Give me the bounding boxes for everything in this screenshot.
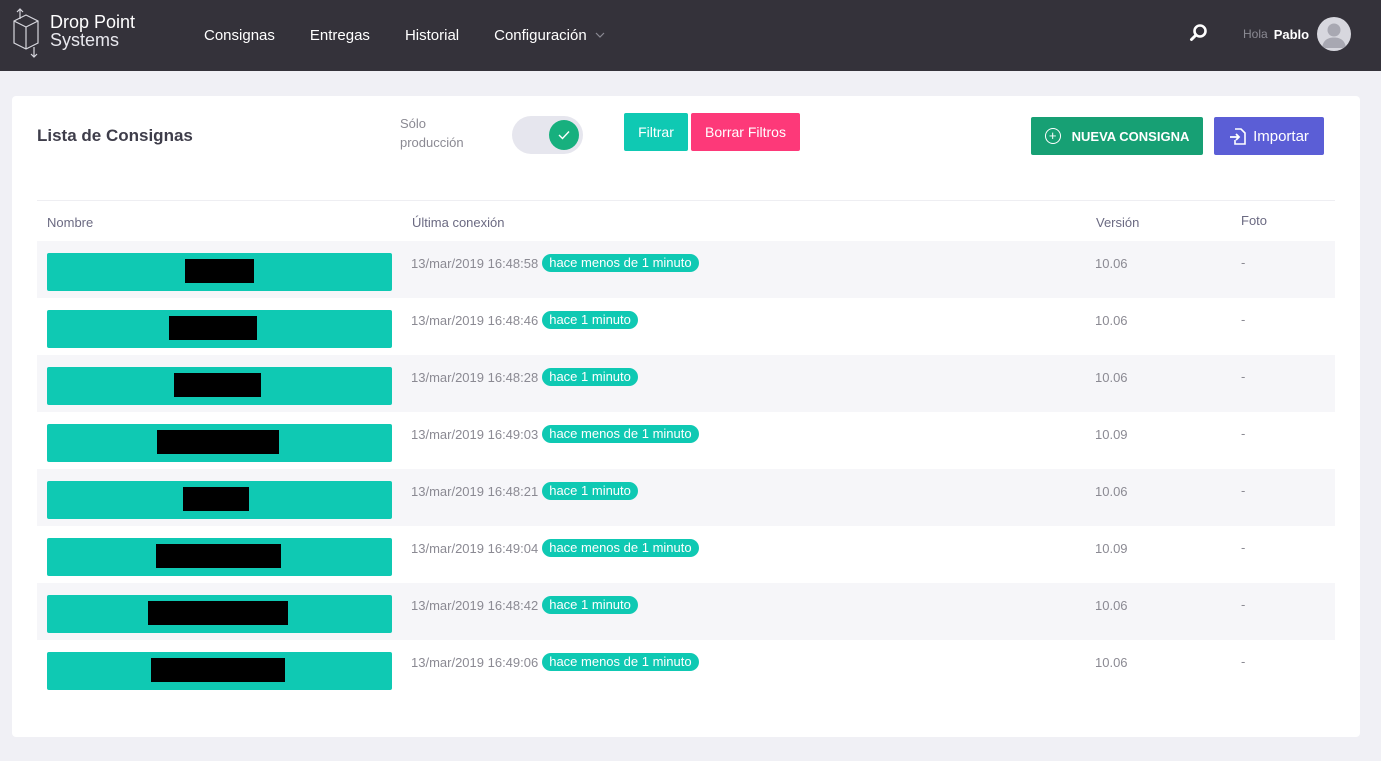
user-menu[interactable]: Hola Pablo bbox=[1243, 16, 1352, 52]
consigna-name-cell[interactable] bbox=[47, 424, 392, 462]
consigna-name-cell[interactable] bbox=[47, 652, 392, 690]
column-header-last-connection[interactable]: Última conexión bbox=[412, 215, 505, 230]
nav-item-label: Historial bbox=[404, 27, 460, 44]
table-row[interactable]: 13/mar/2019 16:48:28 hace 1 minuto 10.06… bbox=[37, 355, 1335, 412]
import-icon bbox=[1230, 127, 1246, 145]
page-title: Lista de Consignas bbox=[37, 126, 193, 145]
nav-item-entregas[interactable]: Entregas bbox=[310, 27, 370, 44]
version-value: 10.06 bbox=[1095, 313, 1128, 328]
consigna-name-cell[interactable] bbox=[47, 310, 392, 348]
top-navbar: Drop Point Systems Consignas Entregas Hi… bbox=[0, 0, 1381, 71]
version-value: 10.09 bbox=[1095, 541, 1128, 556]
nav-item-label: Consignas bbox=[204, 27, 275, 44]
status-badge: hace 1 minuto bbox=[542, 482, 638, 500]
redacted-name bbox=[183, 487, 249, 511]
new-consigna-button[interactable]: + NUEVA CONSIGNA bbox=[1031, 117, 1203, 155]
redacted-name bbox=[169, 316, 257, 340]
status-badge: hace menos de 1 minuto bbox=[542, 425, 699, 443]
clear-filters-button[interactable]: Borrar Filtros bbox=[691, 113, 800, 151]
status-badge: hace menos de 1 minuto bbox=[542, 539, 699, 557]
status-badge: hace menos de 1 minuto bbox=[542, 653, 699, 671]
brand-name-line1: Drop Point bbox=[50, 12, 136, 32]
last-connection-date: 13/mar/2019 16:49:03 bbox=[411, 426, 539, 442]
user-name: Pablo bbox=[1273, 26, 1310, 42]
table-row[interactable]: 13/mar/2019 16:49:04 hace menos de 1 min… bbox=[37, 526, 1335, 583]
status-badge: hace 1 minuto bbox=[542, 596, 638, 614]
photo-value: - bbox=[1241, 312, 1246, 327]
redacted-name bbox=[148, 601, 288, 625]
status-badge: hace 1 minuto bbox=[542, 311, 638, 329]
version-value: 10.06 bbox=[1095, 598, 1128, 613]
redacted-name bbox=[151, 658, 285, 682]
column-header-name[interactable]: Nombre bbox=[47, 215, 93, 230]
main-nav: Consignas Entregas Historial Configuraci… bbox=[204, 0, 640, 71]
status-badge: hace 1 minuto bbox=[542, 368, 638, 386]
version-value: 10.09 bbox=[1095, 427, 1128, 442]
table-row[interactable]: 13/mar/2019 16:48:46 hace 1 minuto 10.06… bbox=[37, 298, 1335, 355]
table-row[interactable]: 13/mar/2019 16:48:42 hace 1 minuto 10.06… bbox=[37, 583, 1335, 640]
nav-item-consignas[interactable]: Consignas bbox=[204, 27, 275, 44]
chevron-down-icon bbox=[595, 30, 605, 41]
photo-value: - bbox=[1241, 426, 1246, 441]
status-badge: hace menos de 1 minuto bbox=[542, 254, 699, 272]
user-greeting: Hola bbox=[1243, 27, 1268, 41]
column-header-photo[interactable]: Foto bbox=[1241, 213, 1267, 228]
header-divider bbox=[37, 200, 1335, 201]
photo-value: - bbox=[1241, 369, 1246, 384]
new-consigna-label: NUEVA CONSIGNA bbox=[1071, 128, 1190, 144]
column-header-version[interactable]: Versión bbox=[1096, 215, 1139, 230]
toggle-knob bbox=[549, 120, 579, 150]
photo-value: - bbox=[1241, 255, 1246, 270]
redacted-name bbox=[156, 544, 281, 568]
redacted-name bbox=[185, 259, 254, 283]
table-row[interactable]: 13/mar/2019 16:49:06 hace menos de 1 min… bbox=[37, 640, 1335, 697]
production-toggle[interactable] bbox=[512, 116, 583, 154]
consigna-name-cell[interactable] bbox=[47, 595, 392, 633]
redacted-name bbox=[157, 430, 279, 454]
table-row[interactable]: 13/mar/2019 16:48:58 hace menos de 1 min… bbox=[37, 241, 1335, 298]
last-connection-date: 13/mar/2019 16:48:42 bbox=[411, 597, 539, 613]
box-logo-icon bbox=[13, 8, 39, 58]
last-connection-date: 13/mar/2019 16:49:04 bbox=[411, 540, 539, 556]
last-connection-date: 13/mar/2019 16:48:58 bbox=[411, 255, 539, 271]
last-connection-date: 13/mar/2019 16:48:28 bbox=[411, 369, 539, 385]
check-icon bbox=[558, 131, 570, 140]
version-value: 10.06 bbox=[1095, 655, 1128, 670]
nav-item-label: Configuración bbox=[494, 27, 587, 44]
nav-item-configuracion[interactable]: Configuración bbox=[494, 27, 605, 44]
consignas-table: 13/mar/2019 16:48:58 hace menos de 1 min… bbox=[37, 241, 1335, 697]
brand-name-line2: Systems bbox=[50, 30, 120, 50]
consigna-name-cell[interactable] bbox=[47, 538, 392, 576]
nav-item-label: Entregas bbox=[309, 27, 370, 44]
photo-value: - bbox=[1241, 597, 1246, 612]
user-avatar-icon bbox=[1322, 23, 1347, 48]
photo-value: - bbox=[1241, 483, 1246, 498]
photo-value: - bbox=[1241, 654, 1246, 669]
consignas-card: Lista de Consignas Sólo producción Filtr… bbox=[12, 96, 1360, 737]
nav-item-historial[interactable]: Historial bbox=[405, 27, 459, 44]
import-label: Importar bbox=[1253, 127, 1309, 145]
production-toggle-label: Sólo producción bbox=[400, 116, 464, 150]
plus-circle-icon: + bbox=[1044, 128, 1061, 144]
table-row[interactable]: 13/mar/2019 16:48:21 hace 1 minuto 10.06… bbox=[37, 469, 1335, 526]
version-value: 10.06 bbox=[1095, 370, 1128, 385]
brand-logo[interactable]: Drop Point Systems bbox=[10, 7, 150, 59]
consigna-name-cell[interactable] bbox=[47, 367, 392, 405]
version-value: 10.06 bbox=[1095, 484, 1128, 499]
version-value: 10.06 bbox=[1095, 256, 1128, 271]
photo-value: - bbox=[1241, 540, 1246, 555]
avatar[interactable] bbox=[1317, 17, 1352, 51]
last-connection-date: 13/mar/2019 16:48:21 bbox=[411, 483, 539, 499]
import-button[interactable]: Importar bbox=[1214, 117, 1324, 155]
last-connection-date: 13/mar/2019 16:48:46 bbox=[411, 312, 539, 328]
search-icon[interactable] bbox=[1189, 23, 1209, 43]
redacted-name bbox=[174, 373, 261, 397]
last-connection-date: 13/mar/2019 16:49:06 bbox=[411, 654, 539, 670]
filter-button[interactable]: Filtrar bbox=[624, 113, 688, 151]
consigna-name-cell[interactable] bbox=[47, 481, 392, 519]
consigna-name-cell[interactable] bbox=[47, 253, 392, 291]
table-row[interactable]: 13/mar/2019 16:49:03 hace menos de 1 min… bbox=[37, 412, 1335, 469]
